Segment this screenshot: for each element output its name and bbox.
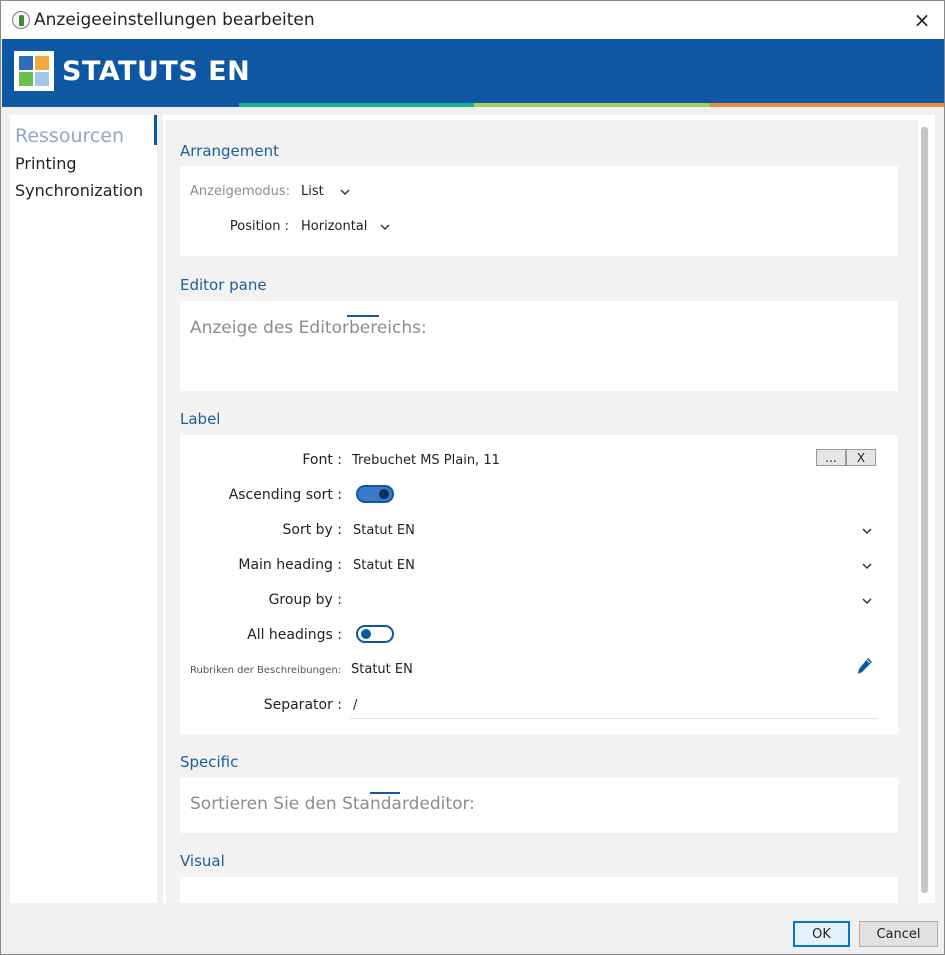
decorative-underline bbox=[347, 315, 379, 317]
separator-input[interactable] bbox=[350, 693, 878, 719]
section-title-arrangement: Arrangement bbox=[180, 142, 280, 160]
sort-by-select[interactable]: Statut EN bbox=[353, 519, 878, 543]
font-clear-button[interactable]: X bbox=[846, 449, 876, 466]
logo-cell-1 bbox=[19, 56, 33, 70]
group-by-select[interactable] bbox=[353, 589, 878, 613]
banner-stripe-green bbox=[474, 103, 710, 107]
chevron-down-icon[interactable] bbox=[380, 224, 390, 231]
sidebar-item-synchronization[interactable]: Synchronization bbox=[15, 181, 143, 200]
logo-cell-2 bbox=[35, 56, 49, 70]
sidebar: Ressourcen Printing Synchronization bbox=[10, 115, 157, 903]
chevron-down-icon bbox=[862, 528, 872, 535]
toggle-knob bbox=[379, 489, 389, 499]
banner-stripe-base bbox=[2, 103, 239, 107]
main-content: Arrangement Anzeigemodus: List Position … bbox=[163, 115, 935, 903]
specific-panel: Sortieren Sie den Standardeditor: bbox=[180, 778, 898, 833]
dialog-window: Anzeigeeinstellungen bearbeiten × STATUT… bbox=[0, 0, 945, 955]
pencil-icon[interactable] bbox=[857, 657, 873, 675]
logo-icon bbox=[14, 51, 54, 91]
main-heading-select[interactable]: Statut EN bbox=[353, 554, 878, 578]
all-headings-toggle[interactable] bbox=[356, 625, 394, 643]
font-value: Trebuchet MS Plain, 11 bbox=[352, 453, 500, 468]
editor-pane-panel: Anzeige des Editorbereichs: bbox=[180, 301, 898, 391]
sidebar-item-ressourcen[interactable]: Ressourcen bbox=[15, 125, 124, 147]
sidebar-active-indicator bbox=[154, 115, 157, 145]
font-label: Font : bbox=[302, 452, 342, 468]
ok-button[interactable]: OK bbox=[793, 921, 850, 947]
position-value[interactable]: Horizontal bbox=[301, 219, 367, 234]
ascending-sort-toggle[interactable] bbox=[356, 485, 394, 503]
position-label: Position : bbox=[229, 219, 289, 234]
banner-stripe-teal bbox=[239, 103, 474, 107]
description-headings-value: Statut EN bbox=[351, 662, 413, 677]
group-by-label: Group by : bbox=[268, 592, 342, 608]
vertical-scrollbar[interactable] bbox=[921, 127, 928, 893]
window-title: Anzeigeeinstellungen bearbeiten bbox=[34, 10, 315, 30]
sort-by-label: Sort by : bbox=[282, 522, 343, 538]
logo-cell-3 bbox=[19, 72, 33, 86]
editor-pane-hint: Anzeige des Editorbereichs: bbox=[190, 318, 427, 338]
section-title-editor-pane: Editor pane bbox=[180, 276, 267, 294]
logo-cell-4 bbox=[35, 72, 49, 86]
chevron-down-icon bbox=[862, 563, 872, 570]
display-mode-label: Anzeigemodus: bbox=[190, 184, 291, 199]
sidebar-item-printing[interactable]: Printing bbox=[15, 154, 77, 173]
all-headings-label: All headings : bbox=[247, 627, 342, 643]
visual-panel bbox=[180, 877, 898, 903]
section-title-specific: Specific bbox=[180, 753, 239, 771]
ascending-sort-label: Ascending sort : bbox=[228, 487, 342, 503]
toggle-knob bbox=[361, 629, 371, 639]
cancel-button[interactable]: Cancel bbox=[859, 921, 938, 947]
main-heading-value: Statut EN bbox=[353, 558, 415, 573]
main-heading-label: Main heading : bbox=[238, 557, 342, 573]
separator-label: Separator : bbox=[263, 697, 342, 713]
close-icon[interactable]: × bbox=[900, 1, 944, 39]
font-browse-button[interactable]: ... bbox=[816, 449, 846, 466]
section-title-visual: Visual bbox=[180, 852, 225, 870]
chevron-down-icon bbox=[862, 598, 872, 605]
banner-stripe-orange bbox=[710, 103, 944, 107]
label-panel: Font : Trebuchet MS Plain, 11 ... X Asce… bbox=[180, 435, 898, 734]
settings-scroll-area: Arrangement Anzeigemodus: List Position … bbox=[166, 120, 918, 903]
header-banner: STATUTS EN bbox=[2, 39, 944, 103]
sort-by-value: Statut EN bbox=[353, 523, 415, 538]
banner-title: STATUTS EN bbox=[62, 55, 251, 87]
chevron-down-icon[interactable] bbox=[340, 189, 350, 196]
section-title-label: Label bbox=[180, 410, 221, 428]
display-mode-value[interactable]: List bbox=[301, 184, 324, 199]
app-icon bbox=[12, 11, 30, 29]
description-headings-label: Rubriken der Beschreibungen: bbox=[190, 665, 342, 676]
arrangement-panel: Anzeigemodus: List Position : Horizontal bbox=[180, 166, 898, 256]
title-bar: Anzeigeeinstellungen bearbeiten × bbox=[1, 1, 944, 39]
specific-hint: Sortieren Sie den Standardeditor: bbox=[190, 794, 475, 814]
